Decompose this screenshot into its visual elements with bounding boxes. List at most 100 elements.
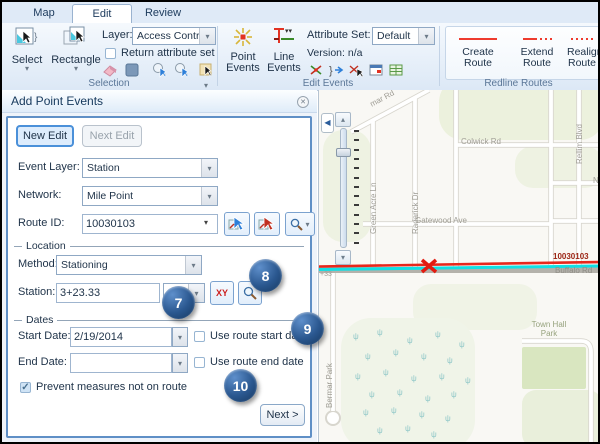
layer-dropdown[interactable]: Access Control ▾	[132, 27, 216, 45]
redline-routes-group-label: Redline Routes	[439, 78, 598, 89]
zoom-tick	[354, 149, 359, 151]
map-label-town-hall-park: Town Hall Park	[531, 320, 567, 338]
end-date-picker[interactable]: ▾	[172, 353, 188, 373]
extend-route-button[interactable]: Extend Route	[509, 31, 565, 69]
tab-review[interactable]: Review	[136, 5, 190, 22]
start-date-label: Start Date:	[18, 330, 71, 342]
create-route-icon	[450, 31, 506, 47]
marsh-tuft: ψ	[411, 374, 417, 383]
prevent-measures-checkbox[interactable]: ✓	[20, 382, 31, 393]
route-id-input[interactable]	[82, 214, 218, 234]
marsh-tuft: ψ	[383, 368, 389, 377]
end-date-input[interactable]	[70, 353, 172, 373]
select-route-on-map-button[interactable]	[224, 212, 250, 236]
marsh-tuft: ψ	[353, 332, 359, 341]
panel-close-icon[interactable]: ✕	[297, 96, 309, 108]
marsh-tuft: ψ	[393, 348, 399, 357]
zoom-slider-track[interactable]	[340, 128, 347, 248]
xy-coordinates-button[interactable]: XY	[210, 281, 234, 305]
rectangle-tool-icon	[63, 41, 89, 53]
events-table-icon[interactable]	[388, 62, 404, 78]
zoom-to-selection-icon[interactable]	[152, 62, 168, 78]
route-id-caret[interactable]: ▾	[204, 218, 208, 227]
line-events-button[interactable]: ▾▾ Line Events	[264, 26, 304, 74]
select-dropdown-caret[interactable]: ▾	[6, 66, 48, 72]
map-label-colwick-rd: Colwick Rd	[461, 137, 501, 146]
location-section-header: Location	[14, 240, 304, 252]
selection-symbol-icon[interactable]	[124, 62, 140, 78]
method-caret[interactable]: ▾	[185, 256, 201, 274]
network-dropdown[interactable]: Mile Point ▾	[82, 186, 218, 206]
edit-events-group-label: Edit Events	[217, 78, 439, 89]
method-dropdown[interactable]: Stationing ▾	[56, 255, 202, 275]
marsh-tuft: ψ	[369, 390, 375, 399]
selection-attributes-icon[interactable]: ▾	[198, 62, 214, 78]
rectangle-button[interactable]: Rectangle ▾	[50, 26, 102, 72]
marsh-tuft: ψ	[419, 410, 425, 419]
next-button[interactable]: Next >	[260, 404, 305, 426]
marsh-tuft: ψ	[377, 328, 383, 337]
network-caret[interactable]: ▾	[201, 187, 217, 205]
clear-selection-icon[interactable]	[102, 62, 118, 78]
create-route-button[interactable]: Create Route	[450, 31, 506, 69]
clear-route-selection-button[interactable]	[254, 212, 280, 236]
marsh-tuft: ψ	[377, 426, 383, 435]
route-id-label: Route ID:	[18, 217, 64, 229]
merge-events-icon[interactable]: }	[328, 62, 344, 78]
svg-text:}: }	[34, 32, 38, 43]
zoom-in-button[interactable]: ▴	[335, 112, 351, 127]
zoom-tick	[354, 167, 359, 169]
version-label: Version: n/a	[307, 47, 362, 59]
realign-route-button[interactable]: Realign Route	[567, 31, 597, 69]
zoom-tick	[354, 214, 359, 216]
station-input[interactable]	[56, 283, 160, 303]
zoom-tick	[354, 130, 359, 132]
panel-collapse-button[interactable]: ◀	[321, 113, 334, 133]
attribute-set-dropdown[interactable]: Default ▾	[372, 27, 435, 45]
marsh-tuft: ψ	[445, 414, 451, 423]
start-date-picker[interactable]: ▾	[172, 327, 188, 347]
use-route-start-date-checkbox[interactable]	[194, 331, 205, 342]
zoom-tick	[354, 204, 359, 206]
zoom-out-button[interactable]: ▾	[335, 250, 351, 265]
network-label: Network:	[18, 189, 61, 201]
callout-9-badge: 9	[291, 312, 324, 345]
event-layer-caret[interactable]: ▾	[201, 159, 217, 177]
new-edit-button[interactable]: New Edit	[16, 125, 74, 147]
return-attribute-set-checkbox[interactable]	[105, 48, 116, 59]
tab-edit[interactable]: Edit	[72, 4, 132, 24]
event-layer-dropdown[interactable]: Station ▾	[82, 158, 218, 178]
callout-8-badge: 8	[249, 259, 282, 292]
use-route-end-date-checkbox[interactable]	[194, 357, 205, 368]
dates-section-header: Dates	[14, 314, 304, 326]
map-label-bermar-park: Bermar Park	[325, 363, 334, 408]
split-event-icon[interactable]	[308, 62, 324, 78]
marsh-tuft: ψ	[397, 388, 403, 397]
marsh-tuft: ψ	[439, 372, 445, 381]
map-label-radarick-dr: Radarick Dr	[411, 192, 420, 234]
tab-map[interactable]: Map	[18, 5, 70, 22]
end-date-label: End Date:	[18, 356, 67, 368]
extend-route-icon	[509, 31, 565, 47]
return-attribute-set-label: Return attribute set	[121, 47, 215, 59]
map-label-buffalo-rd: Buffalo Rd	[555, 266, 592, 275]
marsh-tuft: ψ	[431, 430, 437, 439]
map-label-n-partial: N	[593, 176, 599, 185]
event-attributes-window-icon[interactable]	[368, 62, 384, 78]
map-label-route-id: 10030103	[553, 252, 589, 261]
pan-to-selection-icon[interactable]	[174, 62, 190, 78]
zoom-tick	[354, 186, 359, 188]
marsh-tuft: ψ	[391, 406, 397, 415]
select-button[interactable]: } Select ▾	[6, 26, 48, 72]
start-date-input[interactable]	[70, 327, 172, 347]
layer-dropdown-caret[interactable]: ▾	[199, 28, 215, 44]
realign-route-icon	[567, 31, 597, 47]
rectangle-dropdown-caret[interactable]: ▾	[50, 66, 102, 72]
point-events-button[interactable]: Point Events	[222, 26, 264, 74]
route-search-dropdown-button[interactable]: ▾	[285, 212, 315, 236]
next-edit-button[interactable]: Next Edit	[82, 125, 142, 147]
zoom-slider-handle[interactable]	[336, 148, 351, 157]
select-event-icon[interactable]	[348, 62, 364, 78]
map-view[interactable]: mar Rd Green Acre Ln Radarick Dr Colwick…	[318, 90, 599, 442]
attribute-set-caret[interactable]: ▾	[418, 28, 434, 44]
